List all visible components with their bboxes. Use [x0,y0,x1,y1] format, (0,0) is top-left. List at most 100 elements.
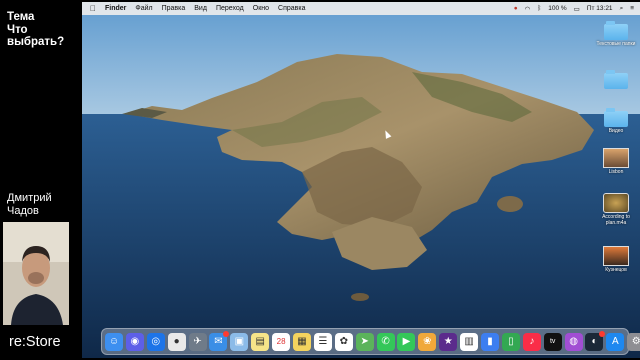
dock-glyph: ✆ [381,336,390,347]
dock-glyph: ◎ [151,336,161,347]
notification-badge [599,330,606,337]
dock-glyph: ▦ [297,336,307,347]
brand-logo: re:Store [9,334,61,350]
apple-icon[interactable]:  [90,4,96,13]
dock-glyph: ● [173,336,180,347]
dock-icon-finder[interactable]: ☺ [105,332,123,351]
folder-icon [604,21,628,40]
mac-desktop:  Finder Файл Правка Вид Переход Окно Сп… [82,2,640,358]
dock-icon-maps[interactable]: ➤ [355,332,374,351]
dock-glyph: ▶ [402,336,411,347]
dock-glyph: ⚙ [631,336,640,347]
topic-line: выбрать? [7,36,65,48]
dock-glyph: ✿ [339,336,348,347]
status-area: ● ◠ ᛒ 100 % ▭ Пт 13:21 ⌕ ≡ [507,2,634,15]
wifi-icon[interactable]: ◠ [525,5,531,13]
menu-item-edit[interactable]: Правка [162,5,186,12]
menu-item-help[interactable]: Справка [278,5,305,12]
audio-file-icon [603,193,629,213]
presenter-first-name: Дмитрий [7,192,52,204]
desktop-file[interactable]: According to plan.m4a [593,193,639,226]
dock-glyph: ☰ [318,336,328,347]
presenter-last-name: Чадов [7,204,39,217]
battery-icon[interactable]: ▭ [574,5,580,13]
dock-icon-keynote[interactable]: ▮ [481,332,500,351]
notification-badge [223,330,230,337]
dock-icon-app-store[interactable]: A [606,332,625,351]
dock-icon-reminders[interactable]: ☰ [313,332,332,351]
dock-icon-mail[interactable]: ✉ [209,330,230,351]
dock-glyph: tv [549,338,556,345]
presenter-overlay: Тема Что выбрать? Дмитрий Чадов re:Store [0,0,82,360]
battery-percent: 100 % [548,5,567,12]
dock-glyph: ✉ [214,336,223,347]
dock-icon-calendar[interactable]: 28 [272,332,291,351]
menu-item-go[interactable]: Переход [216,5,244,12]
dock-glyph: ☺ [108,336,120,347]
desktop-wallpaper [82,2,640,358]
desktop-folder[interactable] [593,70,639,90]
image-thumbnail [603,246,629,266]
dock-glyph: ◍ [569,336,578,347]
dock-icon-preview[interactable]: ▣ [230,332,249,351]
desktop-item-label: Lisbon [608,169,624,175]
dock-glyph: ▤ [255,336,265,347]
desktop-file[interactable]: Lisbon [593,148,639,175]
image-thumbnail [603,148,629,168]
desktop-folder[interactable]: Видео [593,108,639,134]
desktop-folder[interactable]: Текстовые папки [593,21,639,47]
dock-icon-numbers[interactable]: ▯ [501,332,520,351]
folder-icon [604,70,628,89]
dock-icon-messages[interactable]: ✆ [376,332,395,351]
dock-icon-launchpad[interactable]: ✈ [188,332,207,351]
dock-icon-textedit[interactable]: ▥ [460,332,479,351]
dock-icon-system-preferences[interactable]: ⚙ [627,332,640,351]
dock-icon-imovie[interactable]: ★ [439,332,458,351]
dock-glyph: 28 [276,337,286,346]
dock-icon-photos[interactable]: ❀ [418,332,437,351]
dock-glyph: ➤ [360,336,369,347]
desktop-item-label: Кузнецов [605,267,627,273]
control-center-icon[interactable]: ≡ [630,5,634,12]
desktop-item-label: Текстовые папки [596,41,636,47]
dock-icon-photos[interactable]: ✿ [334,332,353,351]
dock-icon-music[interactable]: ♪ [522,332,541,351]
dock-icon-facetime[interactable]: ▶ [397,332,416,351]
presenter-name: Дмитрий Чадов [7,192,52,217]
dock-glyph: ▣ [234,336,245,347]
folder-icon [604,108,628,127]
dock-glyph: A [612,336,619,347]
dock-glyph: ▯ [508,336,514,347]
dock-icon-steam[interactable]: ◐ [585,330,606,351]
menu-item-view[interactable]: Вид [194,5,207,12]
dock-glyph: ◉ [130,336,140,347]
menu-app-name[interactable]: Finder [105,5,126,12]
menu-item-window[interactable]: Окно [253,5,269,12]
dock-glyph: ▮ [487,336,493,347]
dock-icon-tv[interactable]: tv [543,332,562,351]
desktop-file[interactable]: Кузнецов [593,246,639,273]
bluetooth-icon[interactable]: ᛒ [537,5,541,12]
dock-glyph: ♪ [529,336,535,347]
topic-line: Тема [7,11,35,23]
search-icon[interactable]: ⌕ [620,5,624,13]
dock-glyph: ★ [443,336,453,347]
desktop-item-label: According to plan.m4a [602,214,630,226]
dock-icon-siri[interactable]: ◉ [125,332,144,351]
desktop-item-label: Видео [608,128,624,134]
dock-glyph: ✈ [193,336,202,347]
menu-item-file[interactable]: Файл [135,5,152,12]
dock-glyph: ❀ [423,336,432,347]
topic-caption: Тема Что выбрать? [7,11,64,49]
dock-icon-stickies[interactable]: ▦ [293,332,312,351]
presenter-video [3,222,69,325]
dock-icon-podcasts[interactable]: ◍ [564,332,583,351]
dock-icon-notes[interactable]: ▤ [251,332,270,351]
dock-icon-chrome[interactable]: ● [167,332,186,351]
topic-line: Что [7,23,28,36]
dock-icon-safari[interactable]: ◎ [146,332,165,351]
menu-bar:  Finder Файл Правка Вид Переход Окно Сп… [82,2,640,15]
clock[interactable]: Пт 13:21 [587,5,613,12]
record-icon[interactable]: ● [514,5,518,12]
dock: ☺◉◎●✈✉▣▤28▦☰✿➤✆▶❀★▥▮▯♪tv◍◐A⚙◉▢▮ [101,328,640,355]
